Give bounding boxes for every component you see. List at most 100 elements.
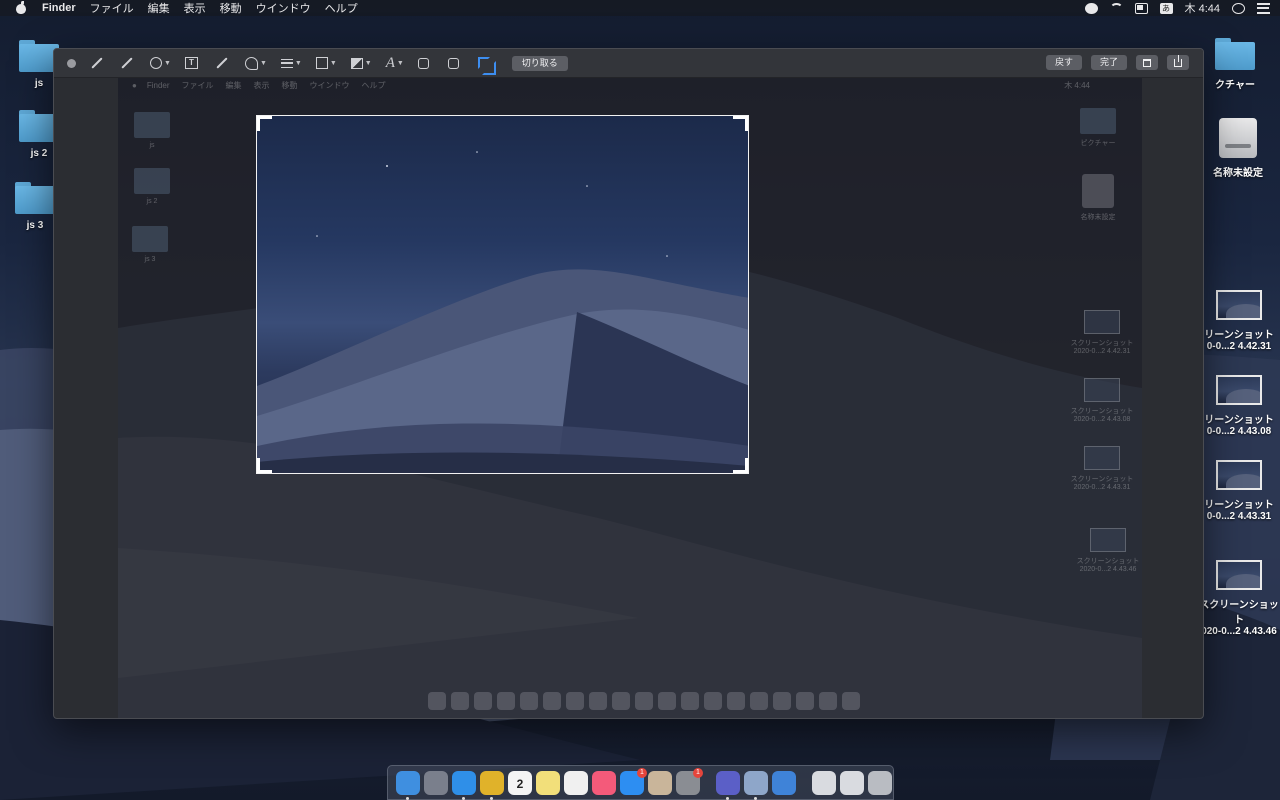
inner-screenshot: スクリーンショット 2020-0...2 4.43.08 [1064, 378, 1140, 423]
desktop-folder-pictures[interactable]: クチャー [1196, 38, 1274, 91]
safari-icon[interactable] [452, 770, 476, 800]
search-icon[interactable] [1232, 2, 1245, 14]
menu-app-finder[interactable]: Finder [42, 2, 76, 14]
preview-icon[interactable] [648, 770, 672, 795]
menu-go[interactable]: 移動 [220, 0, 242, 16]
sketch-tool[interactable] [90, 55, 106, 71]
menu-file[interactable]: ファイル [90, 0, 134, 16]
folder-icon [1215, 38, 1255, 70]
chevron-down-icon: ▼ [259, 59, 267, 67]
chrome-icon[interactable] [480, 770, 504, 800]
battery-icon[interactable] [1134, 2, 1148, 14]
desktop-screenshot-3[interactable]: リーンショット 0-0...2 4.43.31 [1198, 460, 1280, 522]
menu-view[interactable]: 表示 [184, 0, 206, 16]
screenshot-thumbnail-icon [1084, 378, 1120, 402]
chevron-down-icon: ▼ [396, 59, 404, 67]
keynote-icon[interactable] [772, 770, 796, 795]
wifi-icon[interactable] [1109, 2, 1123, 14]
fill-color-tool[interactable]: ▼ [350, 55, 372, 71]
teams-icon[interactable] [716, 770, 740, 800]
shape-style-tool[interactable]: ▼ [280, 55, 302, 71]
rotate-left-tool[interactable] [417, 55, 434, 71]
inner-icon-label: スクリーンショット [1070, 408, 1134, 415]
menu-edit[interactable]: 編集 [148, 0, 170, 16]
finder-icon[interactable] [396, 770, 420, 800]
screenshot-preview-icon[interactable] [744, 770, 768, 800]
desktop-icon-label: リーンショット [1204, 500, 1274, 511]
border-color-tool[interactable]: ▼ [315, 55, 337, 71]
desktop-screenshot-4[interactable]: スクリーンショット 020-0...2 4.43.46 [1198, 560, 1280, 637]
delete-button[interactable] [1136, 55, 1158, 70]
text-icon: T [184, 57, 198, 69]
launchpad-icon[interactable] [424, 770, 448, 795]
running-indicator [726, 796, 729, 800]
inner-screenshot: スクリーンショット 2020-0...2 4.43.31 [1064, 446, 1140, 491]
menu-clock[interactable]: 木 4:44 [1185, 0, 1220, 16]
apple-icon[interactable] [14, 1, 28, 14]
revert-button[interactable]: 戻す [1045, 55, 1082, 70]
menu-help[interactable]: ヘルプ [325, 0, 358, 16]
shapes-icon [150, 57, 162, 69]
draw-tool[interactable] [120, 55, 136, 71]
crop-tool[interactable] [477, 55, 496, 75]
close-icon[interactable] [67, 58, 76, 68]
menu-window[interactable]: ウインドウ [256, 0, 311, 16]
inner-menu-clock: 木 4:44 [1064, 81, 1090, 90]
desktop-icon-sublabel: 0-0...2 4.43.31 [1206, 511, 1272, 522]
notification-list-icon[interactable] [1257, 2, 1270, 14]
music-icon[interactable] [592, 770, 616, 795]
chevron-down-icon: ▼ [329, 59, 337, 67]
crop-selection[interactable] [256, 115, 749, 474]
downloads-stack-icon[interactable] [840, 770, 864, 795]
desktop-icon-sublabel: 0-0...2 4.43.08 [1206, 426, 1272, 437]
crop-button[interactable]: 切り取る [511, 55, 568, 71]
ime-icon[interactable]: あ [1159, 2, 1173, 14]
notes-icon[interactable] [536, 770, 560, 795]
markup-toolbar: ▼ T ▼ ▼ ▼ ▼ A ▼ 切り取る 戻す 完了 [54, 49, 1203, 78]
text-style-tool[interactable]: A ▼ [386, 55, 404, 71]
share-icon [1174, 55, 1182, 67]
inner-dock [428, 692, 860, 714]
sign-tool[interactable]: ▼ [244, 55, 267, 71]
screenshot-thumbnail-icon [1090, 528, 1126, 552]
screenshot-thumbnail-icon [1216, 375, 1262, 405]
inner-icon-label: 名称未設定 [1080, 214, 1116, 221]
inner-screenshot: スクリーンショット 2020-0...2 4.42.31 [1064, 310, 1140, 355]
folder-icon [15, 182, 55, 214]
sketch-icon [91, 57, 103, 69]
inner-icon-sublabel: 2020-0...2 4.42.31 [1073, 348, 1131, 355]
desktop-disk-untitled[interactable]: 名称未設定 [1196, 118, 1280, 179]
inner-menu-item: ファイル [181, 80, 214, 90]
inner-menu-item: 移動 [281, 80, 298, 90]
highlight-tool[interactable] [215, 55, 231, 71]
desktop-icon-label: 名称未設定 [1213, 168, 1263, 179]
inner-folder: js 3 [130, 226, 170, 263]
crop-handle-top-right[interactable] [733, 116, 748, 131]
dock: 2 1 1 [387, 765, 894, 800]
bolt-icon[interactable] [1084, 2, 1098, 14]
app-store-icon[interactable]: 1 [620, 767, 647, 795]
share-button[interactable] [1167, 55, 1189, 70]
inner-apple-icon: ● [132, 80, 137, 90]
crop-handle-top-left[interactable] [257, 116, 272, 131]
desktop-screenshot-1[interactable]: リーンショット 0-0...2 4.42.31 [1198, 290, 1280, 352]
system-preferences-icon[interactable]: 1 [676, 767, 703, 795]
done-button[interactable]: 完了 [1090, 55, 1127, 70]
desktop-icon-label: クチャー [1215, 80, 1255, 91]
rotate-left-icon [417, 57, 429, 69]
trash-icon[interactable] [868, 770, 892, 795]
shape-style-icon [280, 58, 293, 68]
crop-handle-bottom-right[interactable] [733, 458, 748, 473]
folder-stack-icon[interactable] [812, 770, 836, 795]
screenshot-thumbnail-icon [1084, 446, 1120, 470]
crop-handle-bottom-left[interactable] [257, 458, 272, 473]
border-color-icon [315, 57, 328, 69]
rotate-right-tool[interactable] [447, 55, 464, 71]
calendar-icon[interactable]: 2 [508, 770, 532, 795]
photos-icon[interactable] [564, 770, 588, 795]
rotate-right-icon [447, 57, 459, 69]
text-tool[interactable]: T [184, 55, 201, 71]
shapes-tool[interactable]: ▼ [150, 55, 171, 71]
desktop-screenshot-2[interactable]: リーンショット 0-0...2 4.43.08 [1198, 375, 1280, 437]
markup-window: ▼ T ▼ ▼ ▼ ▼ A ▼ 切り取る 戻す 完了 ● Finder ファイル … [53, 48, 1204, 719]
